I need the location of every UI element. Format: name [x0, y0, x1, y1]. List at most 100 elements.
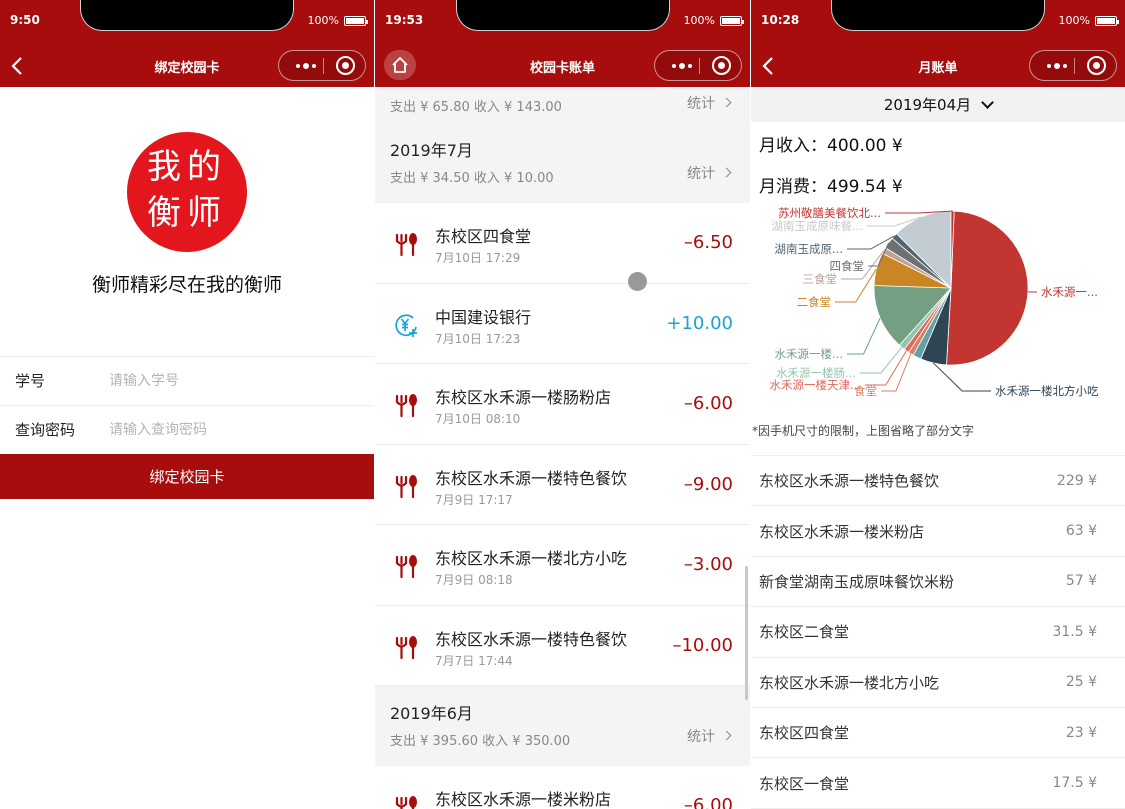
transaction-row[interactable]: 东校区水禾源一楼米粉店 –6.00 [375, 766, 750, 809]
selected-month: 2019年04月 [883, 96, 972, 114]
bind-card-screen: 9:50 100% 绑定校园卡 我的 衡师 衡师精彩尽在我的衡师 学号 查询密码… [0, 0, 374, 809]
transaction-row[interactable]: 东校区四食堂 7月10日 17:29 –6.50 [375, 203, 750, 284]
slogan: 衡师精彩尽在我的衡师 [91, 274, 282, 296]
transaction-amount: –3.00 [683, 554, 733, 575]
transaction-time: 7月10日 17:23 [435, 331, 521, 346]
month-picker[interactable]: 2019年04月 [751, 87, 1125, 122]
expense-pie-chart: 水禾源一... 水禾源一楼北方小吃 食堂 水禾源一楼天津... 水禾源一楼肠... 水禾源… [751, 198, 1125, 413]
close-program-icon[interactable] [336, 56, 355, 75]
stat-label: 统计 [687, 166, 715, 182]
transaction-amount: +10.00 [666, 312, 733, 334]
school-logo: 我的 衡师 [127, 132, 247, 252]
ranking-row[interactable]: 东校区一食堂 17.5 ¥ [751, 758, 1125, 809]
transaction-time: 7月10日 08:10 [435, 412, 521, 426]
stat-link[interactable]: 统计 [687, 163, 732, 183]
fork-spoon-icon [395, 796, 417, 809]
expense-ranking-list: 东校区水禾源一楼特色餐饮 229 ¥ 东校区水禾源一楼米粉店 63 ¥ 新食堂湖南玉成原… [751, 455, 1125, 809]
pie-label: 湖南玉成原味餐... [772, 219, 863, 233]
transaction-time: 7月10日 17:29 [435, 251, 521, 265]
drag-handle[interactable] [628, 272, 647, 291]
merchant-total: 17.5 ¥ [1052, 775, 1097, 792]
pie-slice[interactable] [946, 210, 1029, 366]
ranking-row[interactable]: 东校区水禾源一楼米粉店 63 ¥ [751, 506, 1125, 557]
merchant-name: 东校区二食堂 [759, 623, 850, 642]
battery-icon [1095, 15, 1119, 26]
pie-label: 苏州敬膳美餐饮北... [778, 206, 881, 220]
merchant-total: 23 ¥ [1065, 724, 1097, 741]
transaction-row[interactable]: 东校区水禾源一楼特色餐饮 7月9日 17:17 –9.00 [375, 444, 750, 525]
ranking-row[interactable]: 新食堂湖南玉成原味餐饮米粉 57 ¥ [751, 557, 1125, 608]
merchant-name: 东校区一食堂 [759, 774, 850, 793]
pie-svg: 水禾源一...水禾源一楼北方小吃食堂水禾源一楼天津...水禾源一楼肠...水禾源… [770, 206, 1099, 398]
merchant-name: 东校区水禾源一楼特色餐饮 [759, 472, 940, 491]
nav-bar: 10:28 100% 月账单 [751, 0, 1125, 87]
pie-label: 水禾源一楼天津... [770, 378, 861, 392]
pie-label: 水禾源一楼北方小吃 [995, 384, 1099, 398]
status-time: 10:28 [761, 13, 800, 27]
merchant-total: 25 ¥ [1065, 674, 1097, 691]
logo-line-2: 衡师 [147, 193, 227, 233]
ranking-row[interactable]: 东校区二食堂 31.5 ¥ [751, 607, 1125, 658]
stat-link[interactable]: 统计 [687, 93, 732, 113]
merchant-name: 东校区四食堂 [759, 724, 850, 743]
transaction-row[interactable]: 中国建设银行 7月10日 17:23 +10.00 [375, 283, 750, 364]
fork-spoon-icon [395, 233, 417, 257]
transaction-row[interactable]: 东校区水禾源一楼肠粉店 7月10日 08:10 –6.00 [375, 364, 750, 445]
chevron-right-icon [721, 97, 732, 108]
merchant-name: 东校区水禾源一楼特色餐饮 [435, 629, 628, 649]
fork-spoon-icon [395, 394, 417, 418]
password-label: 查询密码 [15, 421, 76, 439]
transaction-row[interactable]: 东校区水禾源一楼特色餐饮 7月7日 17:44 –10.00 [375, 605, 750, 686]
previous-month-summary: 支出 ¥ 65.80 收入 ¥ 143.00 统计 [375, 87, 750, 123]
monthly-expense: 月消费：499.54 ¥ [759, 177, 903, 197]
battery-icon [344, 15, 368, 26]
student-id-input[interactable] [109, 372, 349, 389]
more-menu-icon[interactable] [1040, 51, 1074, 80]
merchant-total: 31.5 ¥ [1052, 623, 1097, 640]
nav-bar: 9:50 100% 绑定校园卡 [0, 0, 374, 87]
pie-label: 湖南玉成原... [775, 242, 843, 256]
stat-link[interactable]: 统计 [687, 726, 732, 746]
transaction-amount: –6.00 [683, 393, 733, 414]
password-input[interactable] [109, 421, 349, 438]
pie-label: 水禾源一楼... [775, 347, 843, 361]
bind-card-button[interactable]: 绑定校园卡 [0, 454, 374, 499]
chevron-right-icon [721, 730, 732, 741]
pie-label: 二食堂 [797, 295, 832, 309]
merchant-total: 229 ¥ [1056, 472, 1097, 489]
transaction-row[interactable]: 东校区水禾源一楼北方小吃 7月9日 08:18 –3.00 [375, 525, 750, 606]
ranking-row[interactable]: 东校区水禾源一楼特色餐饮 229 ¥ [751, 456, 1125, 507]
pie-label: 四食堂 [830, 259, 865, 273]
more-menu-icon[interactable] [289, 51, 323, 80]
scrollbar[interactable] [745, 566, 748, 700]
ranking-row[interactable]: 东校区四食堂 23 ¥ [751, 708, 1125, 759]
pie-label-line [835, 268, 877, 303]
merchant-name: 东校区水禾源一楼米粉店 [435, 790, 612, 809]
merchant-name: 东校区四食堂 [435, 227, 532, 246]
monthly-bill-screen: 10:28 100% 月账单 2019年04月 月收入：400.00 ¥ 月消费… [751, 0, 1125, 809]
ranking-row[interactable]: 东校区水禾源一楼北方小吃 25 ¥ [751, 658, 1125, 708]
battery-percent: 100% [307, 14, 339, 27]
more-menu-icon[interactable] [665, 51, 699, 80]
battery-percent: 100% [1058, 14, 1090, 27]
merchant-name: 东校区水禾源一楼特色餐饮 [435, 468, 628, 488]
battery-icon [720, 15, 744, 26]
phone-notch [80, 0, 294, 31]
transaction-time: 7月9日 17:17 [435, 492, 513, 507]
month-title: 2019年7月 [390, 141, 473, 160]
logo-line-1: 我的 [147, 147, 227, 187]
close-program-icon[interactable] [1087, 56, 1106, 75]
close-program-icon[interactable] [712, 56, 731, 75]
summary-text: 支出 ¥ 65.80 收入 ¥ 143.00 [390, 100, 562, 115]
mini-program-capsule [1029, 50, 1117, 81]
merchant-name: 东校区水禾源一楼肠粉店 [435, 388, 612, 407]
transaction-amount: –6.50 [683, 232, 733, 253]
fork-spoon-icon [395, 635, 417, 659]
monthly-income: 月收入：400.00 ¥ [759, 136, 903, 156]
month-title: 2019年6月 [390, 704, 473, 723]
status-time: 19:53 [385, 13, 424, 27]
merchant-name: 东校区水禾源一楼北方小吃 [435, 549, 628, 568]
status-time: 9:50 [10, 13, 40, 27]
transaction-amount: –6.00 [683, 795, 733, 809]
student-id-label: 学号 [15, 372, 46, 390]
